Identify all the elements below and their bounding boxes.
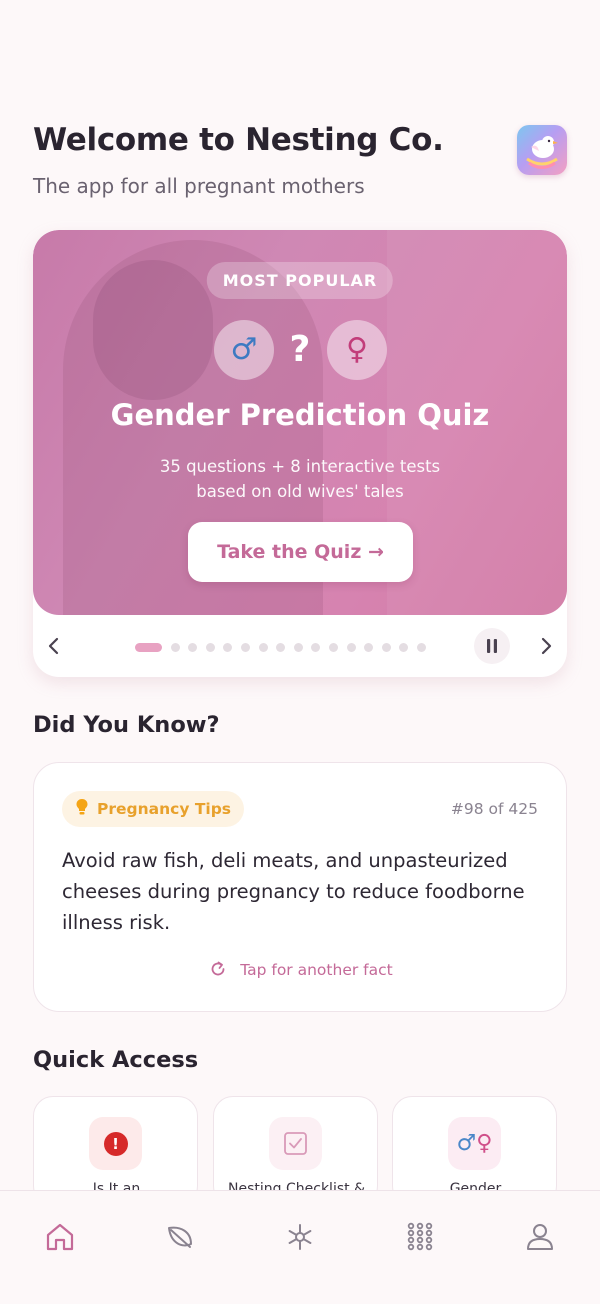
- lightbulb-icon: [75, 798, 89, 820]
- home-icon: [43, 1220, 77, 1258]
- chevron-left-icon[interactable]: [36, 628, 72, 664]
- carousel-dot[interactable]: [346, 642, 356, 652]
- hero-slide[interactable]: MOST POPULAR ♂ ? ♀ Gender Prediction Qui…: [33, 230, 567, 615]
- quick-access-title: Quick Access: [33, 1047, 199, 1073]
- leaf-icon: [163, 1220, 197, 1258]
- carousel-dot[interactable]: [170, 642, 180, 652]
- tab-tools[interactable]: [270, 1209, 330, 1269]
- hero-description-line1: 35 questions + 8 interactive tests: [159, 457, 441, 476]
- carousel-dot[interactable]: [205, 642, 215, 652]
- female-symbol-icon: ♀: [327, 320, 387, 380]
- pause-icon[interactable]: [474, 628, 510, 664]
- page-title: Welcome to Nesting Co.: [33, 122, 444, 158]
- hero-title: Gender Prediction Quiz: [110, 398, 490, 432]
- alert-icon: !: [89, 1117, 142, 1170]
- carousel-dot[interactable]: [328, 642, 338, 652]
- header: Welcome to Nesting Co. The app for all p…: [33, 122, 567, 198]
- male-symbol-icon: ♂: [214, 320, 274, 380]
- bird-logo-icon: [517, 125, 567, 175]
- refresh-icon: [209, 960, 227, 980]
- carousel-dot[interactable]: [311, 642, 321, 652]
- carousel-dot[interactable]: [276, 642, 286, 652]
- carousel-dot[interactable]: [416, 642, 426, 652]
- tab-apps[interactable]: [390, 1209, 450, 1269]
- carousel-dot[interactable]: [364, 642, 374, 652]
- tab-leaf[interactable]: [150, 1209, 210, 1269]
- question-mark: ?: [289, 329, 311, 370]
- hero-description-line2: based on old wives' tales: [196, 482, 404, 501]
- bottom-nav: [0, 1190, 600, 1304]
- page-subtitle: The app for all pregnant mothers: [33, 174, 365, 198]
- user-icon: [523, 1220, 557, 1258]
- carousel-controls: [33, 615, 567, 677]
- hero-description: 35 questions + 8 interactive tests based…: [33, 454, 567, 504]
- grid-icon: [403, 1220, 437, 1258]
- gender-symbols: ♂ ? ♀: [33, 320, 567, 380]
- fact-card[interactable]: Pregnancy Tips #98 of 425 Avoid raw fish…: [33, 762, 567, 1012]
- asterisk-icon: [283, 1220, 317, 1258]
- chevron-right-icon[interactable]: [528, 628, 564, 664]
- carousel-dot[interactable]: [223, 642, 233, 652]
- featured-carousel: MOST POPULAR ♂ ? ♀ Gender Prediction Qui…: [33, 230, 567, 677]
- fact-text: Avoid raw fish, deli meats, and unpasteu…: [62, 849, 525, 934]
- carousel-dot[interactable]: [258, 642, 268, 652]
- did-you-know-title: Did You Know?: [33, 712, 220, 738]
- carousel-dot[interactable]: [293, 642, 303, 652]
- carousel-dots: [135, 642, 435, 652]
- checkbox-icon: [269, 1117, 322, 1170]
- carousel-dot[interactable]: [381, 642, 391, 652]
- most-popular-badge: MOST POPULAR: [206, 262, 394, 299]
- tab-home[interactable]: [30, 1209, 90, 1269]
- carousel-dot[interactable]: [135, 642, 162, 652]
- gender-symbols-icon: ♂♀: [448, 1117, 501, 1170]
- carousel-dot[interactable]: [188, 642, 198, 652]
- fact-counter: #98 of 425: [450, 800, 538, 818]
- category-chip: Pregnancy Tips: [62, 791, 245, 827]
- tab-profile[interactable]: [510, 1209, 570, 1269]
- take-quiz-button[interactable]: Take the Quiz →: [188, 522, 413, 582]
- carousel-dot[interactable]: [240, 642, 250, 652]
- category-label: Pregnancy Tips: [97, 800, 232, 818]
- another-fact-button[interactable]: Tap for another fact: [34, 960, 568, 980]
- carousel-dot[interactable]: [399, 642, 409, 652]
- another-fact-label: Tap for another fact: [240, 961, 393, 979]
